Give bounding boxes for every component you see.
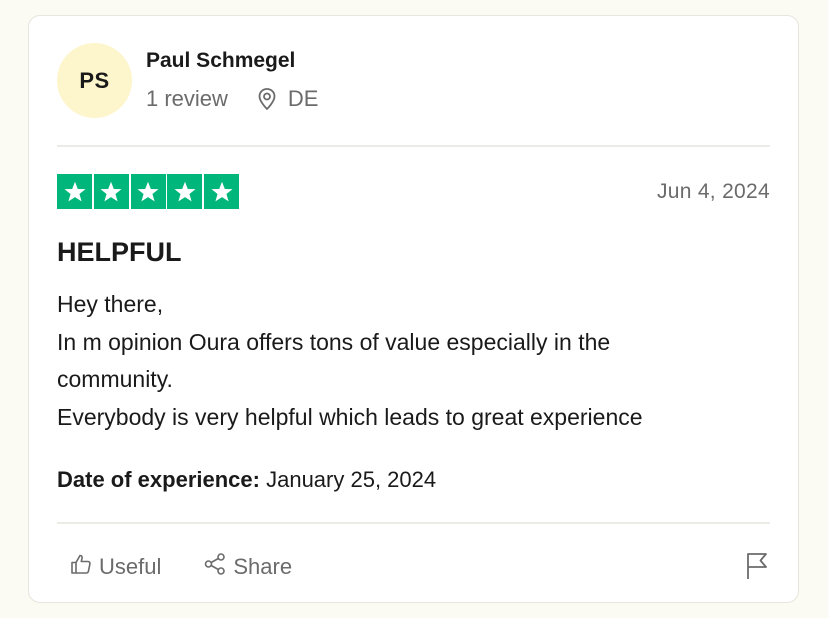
review-title[interactable]: HELPFUL bbox=[57, 237, 182, 268]
useful-button[interactable]: Useful bbox=[69, 552, 161, 582]
review-date: Jun 4, 2024 bbox=[656, 180, 770, 203]
review-body-line: Hey there, bbox=[57, 291, 164, 317]
star-rating bbox=[57, 174, 239, 209]
reviewer-name[interactable]: Paul Schmegel bbox=[146, 49, 295, 73]
date-of-experience: Date of experience: January 25, 2024 bbox=[57, 467, 436, 493]
location-pin-icon bbox=[256, 87, 278, 111]
share-button[interactable]: Share bbox=[203, 552, 292, 582]
experience-date: January 25, 2024 bbox=[266, 467, 437, 492]
reviewer-meta: 1 review DE bbox=[146, 86, 318, 112]
avatar[interactable]: PS bbox=[57, 43, 132, 118]
star-icon bbox=[93, 174, 129, 209]
report-button[interactable] bbox=[744, 552, 770, 580]
review-body-line: Everybody is very helpful which leads to… bbox=[57, 403, 643, 430]
reviewer-country: DE bbox=[287, 86, 319, 111]
star-icon bbox=[167, 174, 203, 209]
useful-label: Useful bbox=[99, 554, 162, 579]
flag-icon bbox=[744, 553, 770, 584]
star-icon bbox=[204, 174, 239, 209]
review-actions: Useful Share bbox=[69, 552, 292, 582]
review-body: Hey there, In m opinion Oura offers tons… bbox=[57, 286, 777, 436]
share-icon bbox=[203, 552, 233, 582]
review-body-line: In m opinion Oura offers tons of value e… bbox=[57, 328, 611, 355]
thumbs-up-icon bbox=[69, 552, 99, 582]
share-label: Share bbox=[233, 554, 293, 579]
experience-label: Date of experience: bbox=[57, 467, 260, 492]
review-count: 1 review bbox=[146, 86, 228, 111]
footer-divider bbox=[57, 522, 770, 524]
review-body-line: community. bbox=[57, 366, 173, 392]
star-icon bbox=[57, 174, 92, 209]
review-card: PS Paul Schmegel 1 review DE Jun 4, 2024 bbox=[28, 15, 799, 603]
star-icon bbox=[130, 174, 166, 209]
header-divider bbox=[57, 145, 770, 147]
